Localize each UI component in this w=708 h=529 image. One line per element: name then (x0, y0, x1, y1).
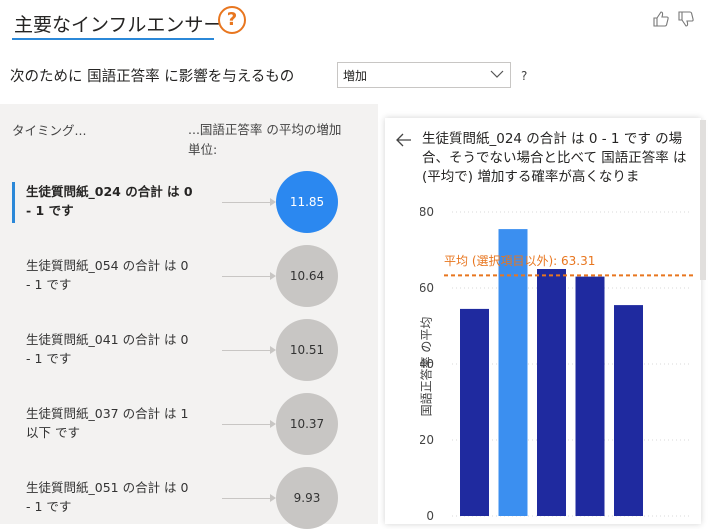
influencer-label-line2: - 1 です (26, 351, 72, 366)
chart-bar[interactable] (498, 229, 528, 516)
page-title: 主要なインフルエンサー (14, 14, 223, 36)
influencer-label-line2: 以下 です (26, 425, 80, 440)
chart-bar[interactable] (537, 269, 566, 516)
chart-bar[interactable] (614, 305, 643, 516)
influencer-label[interactable]: 生徒質問紙_054 の合計 は 0 - 1 です (26, 256, 188, 294)
influencer-label-line1: 生徒質問紙_037 の合計 は 1 (26, 406, 189, 421)
chevron-down-icon (490, 70, 504, 78)
selected-indicator (12, 182, 15, 223)
help-icon[interactable]: ? (218, 6, 246, 34)
influencer-label-line1: 生徒質問紙_024 の合計 は 0 (26, 184, 193, 199)
influencer-label-line1: 生徒質問紙_041 の合計 は 0 (26, 332, 189, 347)
detail-description: 生徒質問紙_024 の合計 は 0 - 1 です の場合、そうでない場合と比べて… (422, 131, 687, 185)
y-tick-label: 40 (420, 357, 434, 371)
chart: 0 20 40 60 80 (420, 205, 694, 523)
thumbs-down-icon[interactable] (677, 10, 695, 28)
connector-line (222, 276, 270, 277)
connector-line (222, 424, 270, 425)
influence-value-bubble[interactable]: 10.37 (276, 393, 338, 455)
influencer-label-line1: 生徒質問紙_054 の合計 は 0 (26, 258, 189, 273)
average-line-label: 平均 (選択項目以外): 63.31 (444, 254, 596, 268)
explain-text: 次のために 国語正答率 に影響を与えるもの (10, 69, 295, 85)
influence-value-bubble[interactable]: 10.64 (276, 245, 338, 307)
dropdown-help[interactable]: ? (521, 69, 527, 83)
chart-bar[interactable] (460, 308, 489, 516)
influencer-label[interactable]: 生徒質問紙_024 の合計 は 0 - 1 です (26, 182, 193, 220)
y-tick-label: 80 (420, 205, 434, 219)
y-tick-label: 0 (426, 509, 434, 523)
influencer-label-line1: 生徒質問紙_051 の合計 は 0 (26, 480, 189, 495)
influencer-label[interactable]: 生徒質問紙_041 の合計 は 0 - 1 です (26, 330, 188, 368)
connector-line (222, 202, 270, 203)
y-tick-label: 20 (420, 433, 434, 447)
y-tick-label: 60 (420, 281, 434, 295)
influence-value-bubble[interactable]: 9.93 (276, 467, 338, 529)
connector-line (222, 350, 270, 351)
back-arrow-icon[interactable] (396, 133, 412, 147)
influencer-label-line2: - 1 です (26, 277, 72, 292)
influence-value-bubble[interactable]: 10.51 (276, 319, 338, 381)
chart-bar[interactable] (575, 276, 605, 516)
dropdown-value: 増加 (343, 69, 368, 83)
influencer-label[interactable]: 生徒質問紙_051 の合計 は 0 - 1 です (26, 478, 188, 516)
explain-dropdown[interactable]: 増加 (337, 62, 511, 88)
influence-value-bubble[interactable]: 11.85 (276, 171, 338, 233)
influencer-label-line2: - 1 です (26, 203, 74, 218)
thumbs-up-icon[interactable] (652, 10, 670, 28)
connector-line (222, 498, 270, 499)
column-header-timing: タイミング... (12, 123, 87, 138)
influencer-label[interactable]: 生徒質問紙_037 の合計 は 1 以下 です (26, 404, 188, 442)
scrollbar[interactable] (700, 120, 706, 280)
influencer-list-panel (0, 104, 378, 524)
influencer-label-line2: - 1 です (26, 499, 72, 514)
title-underline (12, 38, 214, 40)
column-header-effect: ...国語正答率 の平均の増加 単位: (188, 122, 342, 157)
